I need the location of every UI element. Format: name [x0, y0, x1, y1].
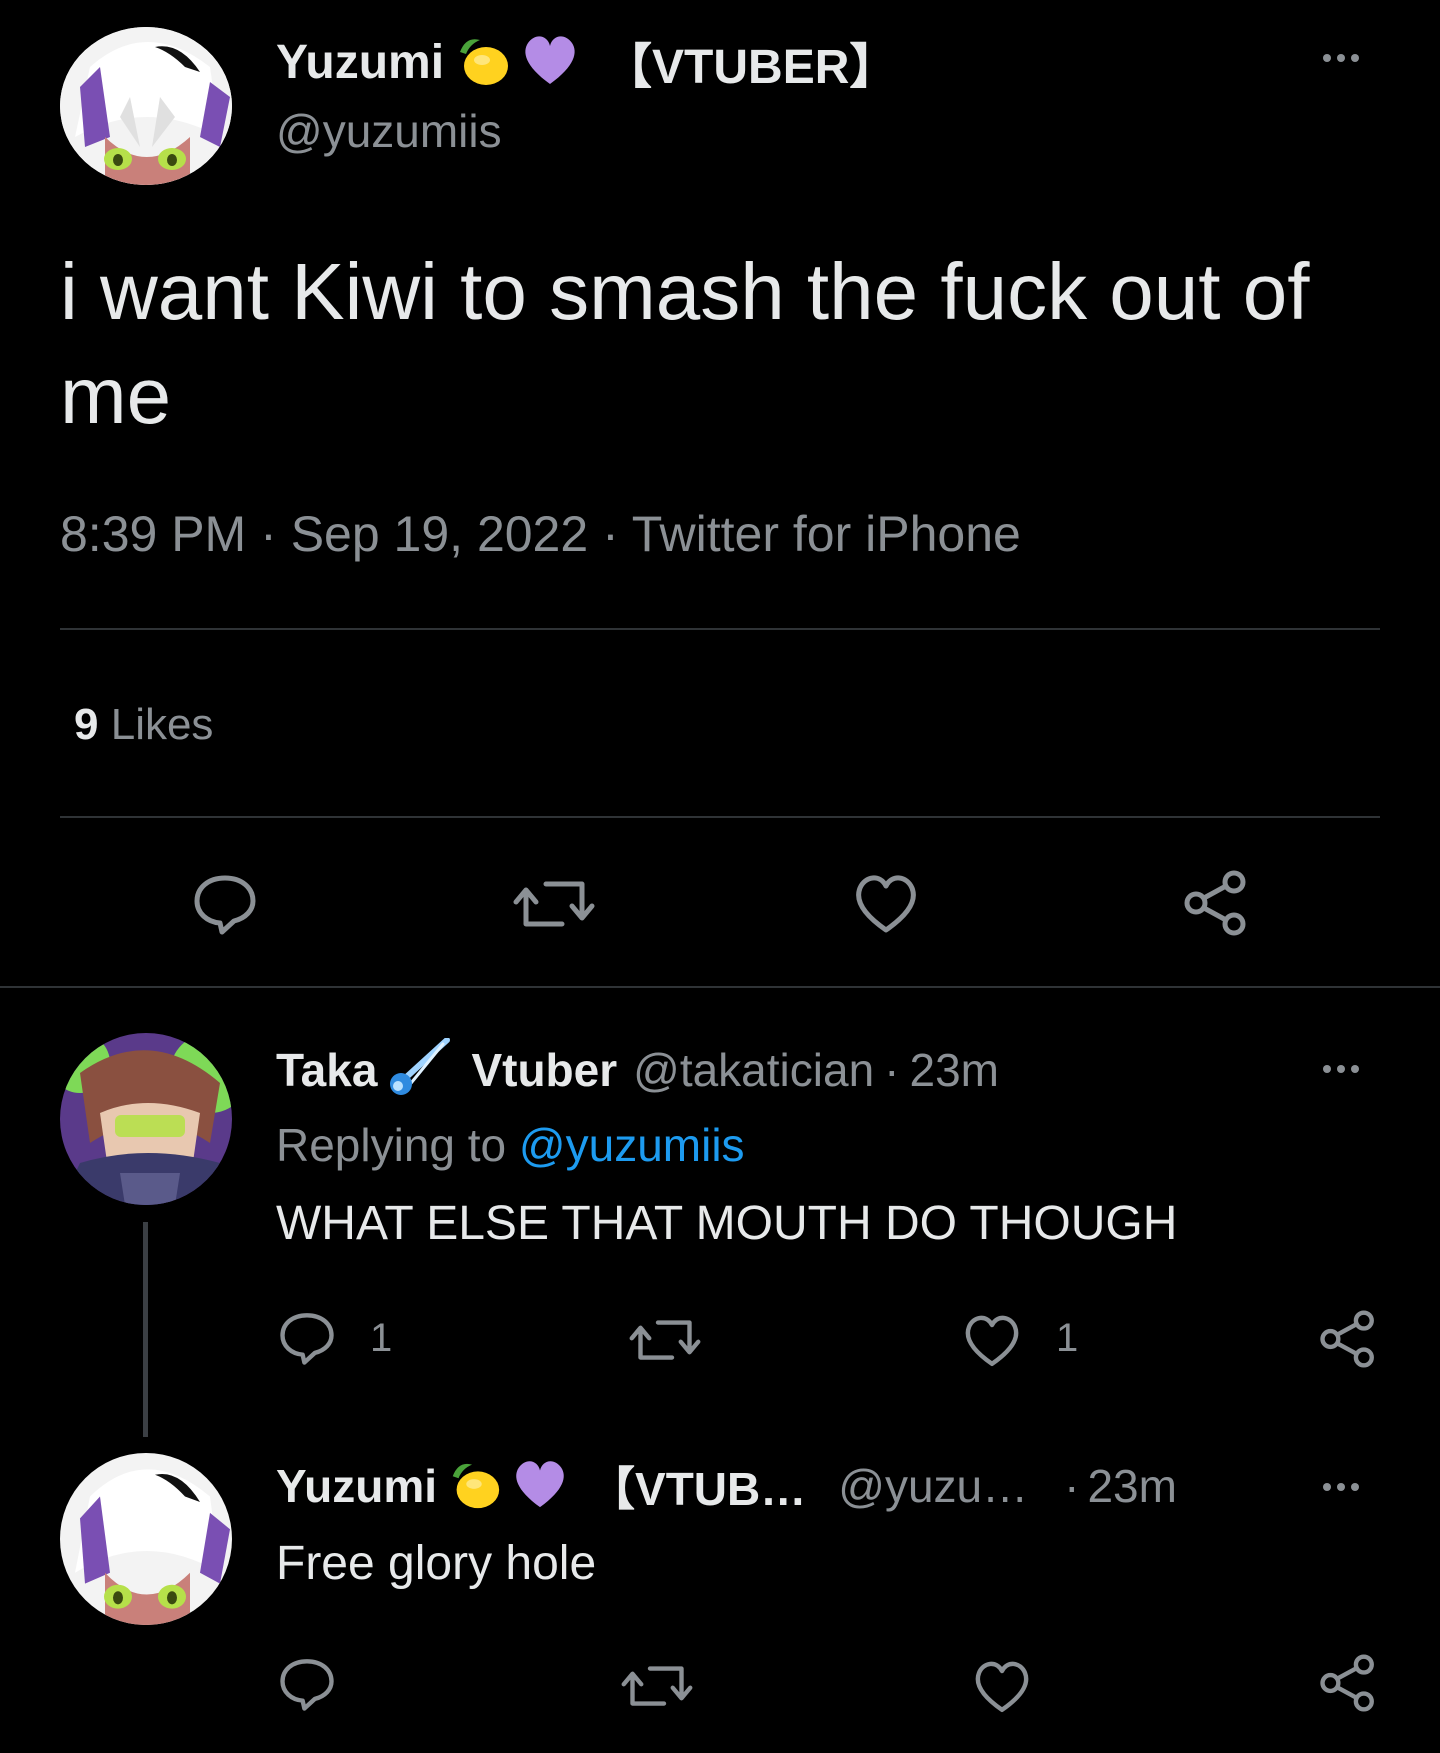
- avatar-illustration: [60, 1453, 232, 1625]
- avatar-illustration: [60, 27, 232, 185]
- header-separator: ·: [884, 1044, 900, 1096]
- likes-label: Likes: [110, 700, 214, 749]
- heart-icon[interactable]: [972, 1658, 1032, 1719]
- retweet-icon[interactable]: [620, 1658, 694, 1719]
- reply-count: 1: [370, 1316, 393, 1360]
- lemon-emoji: [445, 1455, 503, 1518]
- reply-header: Taka Vtuber @takatician · 23m: [276, 1036, 999, 1103]
- reply-time[interactable]: 23m: [1087, 1459, 1176, 1513]
- share-icon[interactable]: [1182, 870, 1250, 941]
- tweet-time[interactable]: 8:39 PM: [60, 506, 246, 562]
- reply-author-handle[interactable]: @yuzu…: [838, 1459, 1028, 1513]
- author-handle[interactable]: @yuzumiis: [276, 104, 502, 158]
- reply-time[interactable]: 23m: [909, 1043, 998, 1097]
- share-icon[interactable]: [1318, 1310, 1378, 1373]
- more-dots-icon[interactable]: [1323, 1065, 1359, 1073]
- meta-separator: ·: [260, 506, 277, 562]
- reply-author-avatar[interactable]: [60, 1453, 232, 1625]
- tweet-text: i want Kiwi to smash the fuck out of me: [60, 247, 1310, 440]
- section-divider: [0, 986, 1440, 988]
- replying-prefix: Replying to: [276, 1119, 507, 1171]
- reply-author-name[interactable]: Taka: [276, 1043, 377, 1097]
- tweet-source[interactable]: Twitter for iPhone: [632, 506, 1021, 562]
- likes-count: 9: [74, 700, 99, 749]
- retweet-icon[interactable]: [512, 872, 596, 941]
- reply-author-handle[interactable]: @takatician: [633, 1043, 874, 1097]
- likes-stat[interactable]: 9 Likes: [74, 700, 213, 750]
- reply-header: Yuzumi 【VTUB… @yuzu… · 23m: [276, 1456, 1177, 1516]
- replying-to: Replying to @yuzumiis: [276, 1118, 745, 1172]
- tweet-meta: 8:39 PM · Sep 19, 2022 · Twitter for iPh…: [60, 505, 1021, 563]
- tweet-date[interactable]: Sep 19, 2022: [291, 506, 589, 562]
- reply-author-tag: 【VTUB…: [589, 1463, 807, 1515]
- replying-handle-link[interactable]: @yuzumiis: [519, 1119, 745, 1171]
- reply-author-avatar[interactable]: [60, 1033, 232, 1205]
- thread-line: [143, 1222, 148, 1437]
- heart-icon[interactable]: [852, 872, 920, 939]
- author-name[interactable]: Yuzumi: [276, 35, 444, 90]
- purple-heart-emoji: [520, 32, 580, 93]
- author-name-row: Yuzumi 【VTUBER】: [276, 30, 897, 95]
- heart-icon[interactable]: [962, 1312, 1022, 1373]
- reply-text: Free glory hole: [276, 1537, 597, 1590]
- divider: [60, 628, 1380, 630]
- purple-heart-emoji: [511, 1457, 569, 1516]
- more-dots-icon[interactable]: [1323, 1483, 1359, 1491]
- divider: [60, 816, 1380, 818]
- share-icon[interactable]: [1318, 1654, 1378, 1717]
- more-dots-icon[interactable]: [1323, 54, 1359, 62]
- reply-icon[interactable]: [278, 1310, 336, 1371]
- reply-icon[interactable]: [192, 872, 258, 941]
- comet-emoji: [387, 1036, 451, 1103]
- meta-separator: ·: [602, 506, 619, 562]
- author-avatar[interactable]: [60, 27, 232, 185]
- reply-icon[interactable]: [278, 1656, 336, 1717]
- reply-text: WHAT ELSE THAT MOUTH DO THOUGH: [276, 1197, 1178, 1250]
- lemon-emoji: [452, 30, 512, 95]
- reply-author-name-suffix[interactable]: Vtuber: [471, 1043, 617, 1097]
- like-count: 1: [1056, 1316, 1079, 1360]
- avatar-illustration: [60, 1033, 232, 1205]
- retweet-icon[interactable]: [628, 1312, 702, 1373]
- header-separator: ·: [1064, 1460, 1080, 1512]
- reply-author-name[interactable]: Yuzumi: [276, 1459, 437, 1513]
- author-tag: 【VTUBER】: [604, 41, 898, 94]
